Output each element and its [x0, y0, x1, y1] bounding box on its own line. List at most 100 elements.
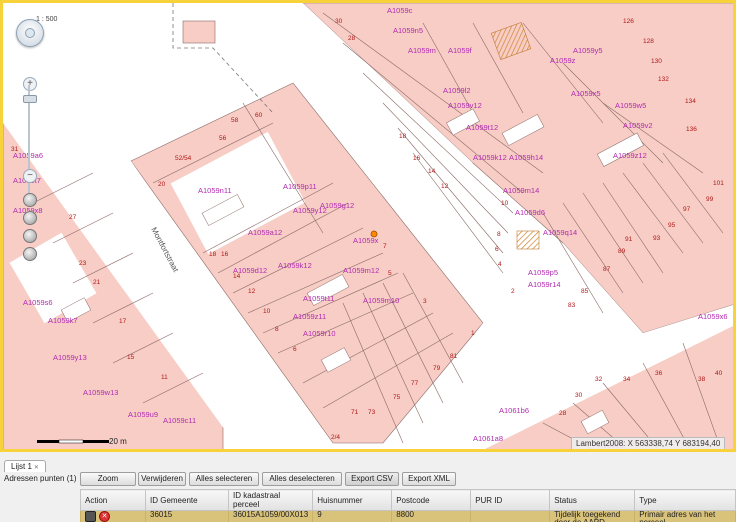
results-panel: Lijst 1 ✕ Adressen punten (1) Zoom Verwij…: [0, 452, 736, 522]
map-canvas[interactable]: A1059c A1059n5 A1059m A1059f A1059y5A1059z A1…: [3, 3, 736, 452]
deselect-all-button[interactable]: Alles deselecteren: [262, 472, 342, 486]
address-table: Action ID Gemeente ID kadastraal perceel…: [80, 489, 736, 522]
column-header-pur-id[interactable]: PUR ID: [470, 489, 551, 511]
action-cell: ✕: [80, 510, 146, 522]
house-number: 83: [568, 302, 576, 309]
parcel-label: A1059q14: [543, 228, 577, 237]
column-header-id-gemeente[interactable]: ID Gemeente: [145, 489, 229, 511]
select-all-button[interactable]: Alles selecteren: [189, 472, 259, 486]
house-number: 75: [393, 394, 401, 401]
house-number: 16: [221, 251, 229, 258]
parcel-label: A1059z11: [293, 312, 326, 321]
parcel-label: A1059k12: [278, 261, 312, 270]
zoom-in-icon[interactable]: +: [23, 77, 37, 91]
list-toolbar: Adressen punten (1) Zoom Verwijderen All…: [0, 471, 736, 487]
house-number: 93: [653, 235, 661, 242]
house-number: 20: [158, 181, 166, 188]
house-number: 10: [501, 200, 509, 207]
parcel-label: A1059v2: [623, 121, 653, 130]
house-number: 38: [698, 376, 706, 383]
pan-control-icon[interactable]: [16, 19, 44, 47]
house-number: 5: [388, 270, 392, 277]
parcel-label: A1059t11: [303, 294, 335, 303]
house-number: 10: [263, 308, 271, 315]
house-number: 40: [715, 370, 723, 377]
parcel-label: A1059k7: [48, 316, 78, 325]
house-number: 126: [623, 18, 634, 25]
parcel-label: A1059r14: [528, 280, 561, 289]
house-number: 89: [618, 248, 626, 255]
house-number: 60: [255, 112, 263, 119]
delete-button[interactable]: Verwijderen: [138, 472, 186, 486]
house-number: 12: [248, 288, 256, 295]
delete-icon[interactable]: ✕: [99, 511, 110, 522]
house-number: 18: [399, 133, 407, 140]
cell-huisnummer: 9: [312, 510, 393, 522]
parcel-label: A1059x5: [571, 89, 601, 98]
measure-tool-icon[interactable]: [23, 229, 37, 243]
zoom-out-icon[interactable]: −: [23, 169, 37, 183]
column-header-action[interactable]: Action: [80, 489, 146, 511]
house-number: 2: [511, 288, 515, 295]
column-header-status[interactable]: Status: [549, 489, 636, 511]
house-number: 14: [428, 168, 436, 175]
house-number: 99: [706, 196, 714, 203]
house-number: 7: [383, 243, 387, 250]
parcel-label: A1061a8: [473, 434, 503, 443]
globe-tool-icon[interactable]: [23, 247, 37, 261]
edit-icon[interactable]: [85, 511, 96, 522]
parcel-label: A1059v12: [448, 101, 482, 110]
parcel-label: A1059z: [550, 56, 576, 65]
house-number: 77: [411, 380, 419, 387]
column-header-type[interactable]: Type: [634, 489, 736, 511]
house-number: 28: [559, 410, 567, 417]
export-xml-button[interactable]: Export XML: [402, 472, 456, 486]
house-number: 101: [713, 180, 724, 187]
parcel-label: A1059x6: [698, 312, 728, 321]
parcel-label: A1059f: [448, 46, 473, 55]
cell-id-gemeente: 36015: [145, 510, 229, 522]
tab-label: Lijst 1: [11, 462, 32, 471]
parcel-label: A1059g12: [320, 201, 354, 210]
parcel-label: A1059n11: [198, 186, 232, 195]
scale-bar: [37, 439, 109, 444]
house-number: 81: [450, 353, 458, 360]
house-number: 56: [219, 135, 227, 142]
house-number: 14: [233, 273, 241, 280]
house-number: 73: [368, 409, 376, 416]
parcel-label: A1059m12: [343, 266, 379, 275]
table-header-row: Action ID Gemeente ID kadastraal perceel…: [80, 489, 736, 511]
pan-tool-icon[interactable]: [23, 211, 37, 225]
cadastral-map[interactable]: A1059c A1059n5 A1059m A1059f A1059y5 A1059z A1…: [0, 0, 736, 452]
house-number: 17: [119, 318, 127, 325]
cell-type: Primair adres van het perceel: [634, 510, 736, 522]
house-number: 23: [79, 260, 87, 267]
zoom-slider-thumb[interactable]: [23, 95, 37, 103]
parcel-top-corner: [182, 20, 216, 44]
house-number: 15: [127, 354, 135, 361]
house-number: 30: [335, 18, 343, 25]
select-tool-icon[interactable]: [23, 193, 37, 207]
zoom-button[interactable]: Zoom: [80, 472, 136, 486]
parcel-label: A1059n5: [393, 26, 423, 35]
parcel-label: A1059w5: [615, 101, 646, 110]
house-number: 12: [441, 183, 449, 190]
hatched-parcel-south: [516, 230, 540, 250]
house-number: 58: [231, 117, 239, 124]
gis-viewer: A1059c A1059n5 A1059m A1059f A1059y5 A1059z A1…: [0, 0, 736, 522]
house-number: 18: [209, 251, 217, 258]
parcel-label: A1061b6: [499, 406, 529, 415]
table-row[interactable]: ✕ 36015 36015A1059/00X013 9 8800 Tijdeli…: [80, 510, 736, 522]
parcel-label: A1059y13: [53, 353, 87, 362]
house-number: 6: [293, 346, 297, 353]
house-number: 132: [658, 76, 669, 83]
parcel-label: A1059d6: [515, 208, 545, 217]
parcel-label: A1059a12: [248, 228, 282, 237]
coordinate-readout: Lambert2008: X 563338,74 Y 683194,40: [571, 437, 726, 449]
house-number: 2/4: [331, 434, 340, 441]
column-header-postcode[interactable]: Postcode: [391, 489, 472, 511]
export-csv-button[interactable]: Export CSV: [345, 472, 399, 486]
list-title: Adressen punten (1): [4, 474, 77, 483]
column-header-id-perceel[interactable]: ID kadastraal perceel: [227, 489, 314, 511]
column-header-huisnummer[interactable]: Huisnummer: [312, 489, 393, 511]
